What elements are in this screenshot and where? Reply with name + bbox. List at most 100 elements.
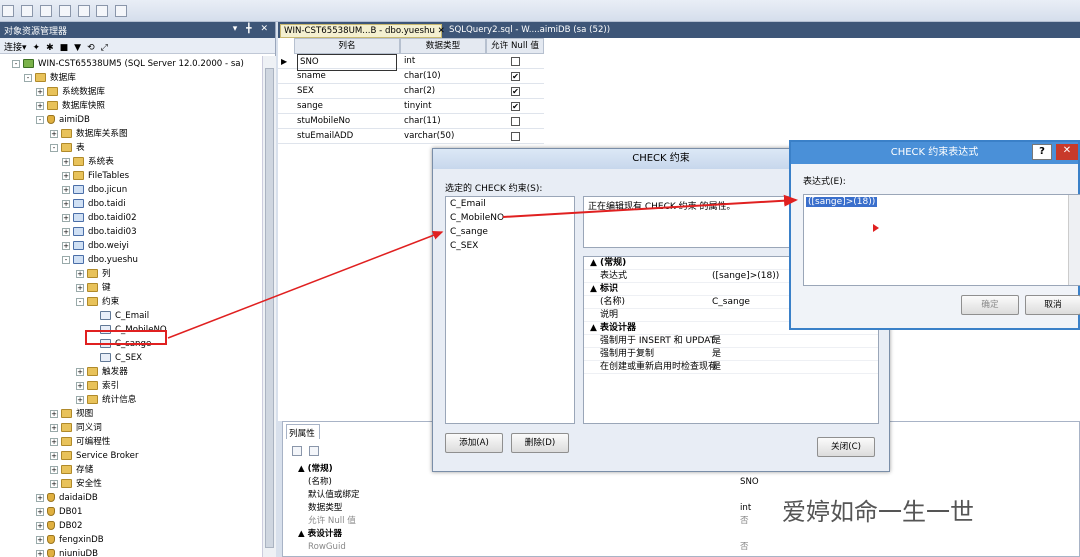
expand-icon[interactable]: +: [62, 241, 70, 250]
expand-icon[interactable]: +: [62, 199, 70, 208]
pane-controls[interactable]: ▾ ╋ ✕: [233, 24, 271, 34]
explorer-toolbar-item[interactable]: 连接▾: [4, 43, 27, 53]
expand-icon[interactable]: +: [50, 451, 58, 460]
help-button[interactable]: ?: [1032, 144, 1052, 160]
tree-node[interactable]: + dbo.taidi02: [62, 212, 137, 225]
expand-icon[interactable]: +: [62, 213, 70, 222]
tree-node[interactable]: + dbo.taidi03: [62, 226, 137, 239]
tree-node[interactable]: + 列: [76, 268, 111, 281]
constraint-property-row[interactable]: 强制用于复制 是: [584, 348, 878, 361]
collapse-icon[interactable]: -: [76, 297, 84, 306]
allow-null-checkbox[interactable]: ✔: [511, 102, 520, 111]
tree-node[interactable]: + niuniuDB: [36, 548, 98, 557]
expand-icon[interactable]: +: [76, 367, 84, 376]
property-value[interactable]: int: [740, 502, 751, 515]
toolbar-icon[interactable]: [20, 5, 33, 17]
table-row[interactable]: stuMobileNo char(11): [278, 114, 544, 129]
sort-icons[interactable]: [290, 445, 350, 459]
expression-value[interactable]: ([sange]>(18)): [806, 197, 878, 207]
tree-node[interactable]: + 可编程性: [50, 436, 110, 449]
explorer-toolbar-item[interactable]: ✱: [46, 43, 54, 53]
cell-data-type[interactable]: char(2): [404, 84, 435, 99]
expand-icon[interactable]: +: [76, 283, 84, 292]
cell-data-type[interactable]: char(11): [404, 114, 441, 129]
tree-node[interactable]: -表: [50, 142, 85, 155]
explorer-toolbar-item[interactable]: ▼: [74, 43, 81, 53]
tree-node[interactable]: + 视图: [50, 408, 93, 421]
tree-node[interactable]: + 同义词: [50, 422, 102, 435]
tree-node[interactable]: + 存储: [50, 464, 93, 477]
expand-icon[interactable]: +: [50, 479, 58, 488]
collapse-icon[interactable]: -: [12, 59, 20, 68]
tree-node[interactable]: - dbo.yueshu: [62, 254, 138, 267]
expand-icon[interactable]: +: [62, 227, 70, 236]
allow-null-checkbox[interactable]: [511, 117, 520, 126]
constraint-list[interactable]: C_Email C_MobileNO C_sange C_SEX: [445, 196, 575, 424]
cell-column-name[interactable]: SEX: [297, 84, 397, 99]
explorer-scrollbar[interactable]: [262, 56, 276, 557]
cell-column-name[interactable]: stuMobileNo: [297, 114, 397, 129]
tree-node[interactable]: + 系统数据库: [36, 86, 105, 99]
expand-icon[interactable]: +: [76, 269, 84, 278]
tree-node[interactable]: - aimiDB: [36, 114, 90, 127]
tab-table-designer[interactable]: WIN-CST65538UM...B - dbo.yueshu ✕: [280, 24, 445, 38]
table-row[interactable]: sange tinyint ✔: [278, 99, 544, 114]
tree-node[interactable]: + 安全性: [50, 478, 102, 491]
explorer-toolbar-item[interactable]: ■: [60, 43, 69, 53]
expand-icon[interactable]: +: [76, 381, 84, 390]
expand-icon[interactable]: +: [50, 423, 58, 432]
expand-icon[interactable]: +: [36, 101, 44, 110]
cell-column-name[interactable]: sange: [297, 99, 397, 114]
tab-column-properties[interactable]: 列属性: [286, 424, 320, 439]
tree-node[interactable]: + 数据库快照: [36, 100, 105, 113]
categorized-icon[interactable]: [292, 446, 302, 456]
expression-scrollbar[interactable]: [1068, 195, 1080, 285]
collapse-icon[interactable]: -: [50, 143, 58, 152]
tree-node[interactable]: C_Email: [100, 310, 149, 323]
expand-icon[interactable]: +: [36, 535, 44, 544]
cell-data-type[interactable]: varchar(50): [404, 129, 454, 144]
constraint-property-value[interactable]: 是: [712, 361, 721, 374]
delete-button[interactable]: 删除(D): [511, 433, 569, 453]
expand-icon[interactable]: +: [50, 437, 58, 446]
tree-node[interactable]: + 索引: [76, 380, 119, 393]
constraint-property-row[interactable]: 强制用于 INSERT 和 UPDAT 是: [584, 335, 878, 348]
toolbar-icon[interactable]: [58, 5, 71, 17]
expand-icon[interactable]: +: [50, 409, 58, 418]
constraint-property-value[interactable]: C_sange: [712, 296, 750, 309]
toolbar-icon[interactable]: [115, 5, 128, 17]
tree-node[interactable]: - WIN-CST65538UM5 (SQL Server 12.0.2000 -…: [12, 58, 244, 71]
expand-icon[interactable]: +: [62, 157, 70, 166]
property-value[interactable]: SNO: [740, 476, 759, 489]
scrollbar-thumb[interactable]: [265, 68, 274, 548]
cell-column-name[interactable]: stuEmailADD: [297, 129, 397, 144]
expand-icon[interactable]: +: [62, 171, 70, 180]
cell-data-type[interactable]: int: [404, 54, 415, 69]
allow-null-checkbox[interactable]: ✔: [511, 87, 520, 96]
tree-node[interactable]: + 触发器: [76, 366, 128, 379]
tree-node[interactable]: + dbo.weiyi: [62, 240, 129, 253]
tree-node[interactable]: + DB01: [36, 506, 82, 519]
expand-icon[interactable]: +: [36, 521, 44, 530]
constraint-property-row[interactable]: 在创建或重新启用时检查现有是: [584, 361, 878, 374]
constraint-list-item[interactable]: C_Email: [446, 197, 574, 211]
tree-node[interactable]: + Service Broker: [50, 450, 138, 463]
allow-null-checkbox[interactable]: [511, 132, 520, 141]
table-row[interactable]: ▶ SNO int: [278, 54, 544, 71]
explorer-toolbar-item[interactable]: ⤢: [101, 43, 108, 53]
tree-node[interactable]: + DB02: [36, 520, 82, 533]
tree-node[interactable]: + dbo.jicun: [62, 184, 127, 197]
constraint-property-value[interactable]: 是: [712, 348, 721, 361]
toolbar-icon[interactable]: [2, 5, 14, 17]
expand-icon[interactable]: +: [36, 507, 44, 516]
explorer-toolbar-item[interactable]: ⟲: [87, 43, 95, 53]
constraint-list-item[interactable]: C_MobileNO: [446, 211, 574, 225]
expand-icon[interactable]: +: [50, 129, 58, 138]
toolbar-icon[interactable]: [77, 5, 90, 17]
collapse-icon[interactable]: -: [36, 115, 44, 124]
property-value[interactable]: 否: [740, 515, 749, 528]
cell-column-name[interactable]: sname: [297, 69, 397, 84]
tree-node[interactable]: + 键: [76, 282, 111, 295]
tree-node[interactable]: - 数据库: [24, 72, 76, 85]
collapse-icon[interactable]: -: [62, 255, 70, 264]
